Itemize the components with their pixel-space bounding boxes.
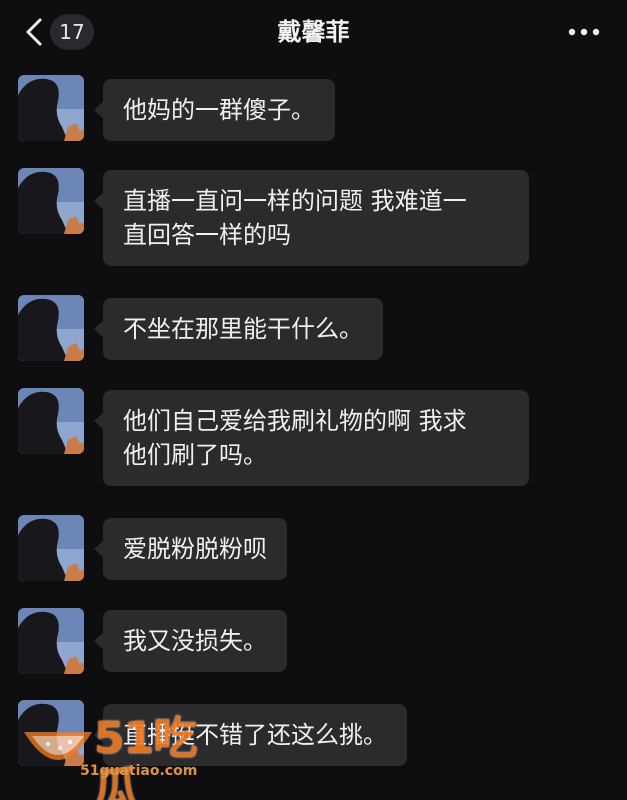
watermark-brand: 51吃瓜 [94,713,197,800]
chat-title: 戴馨菲 [277,18,350,46]
avatar[interactable] [18,295,84,361]
message-bubble[interactable]: 不坐在那里能干什么。 [94,298,383,360]
watermark-logo: 51吃瓜 51guatiao.com [20,706,230,800]
avatar[interactable] [18,608,84,674]
message-bubble[interactable]: 直播一直问一样的问题 我难道一 直回答一样的吗 [94,170,529,266]
message-bubble[interactable]: 他们自己爱给我刷礼物的啊 我求 他们刷了吗。 [94,390,529,486]
avatar[interactable] [18,168,84,234]
more-horizontal-icon[interactable] [567,16,601,48]
message-bubble[interactable]: 我又没损失。 [94,610,287,672]
watermark-url: 51guatiao.com [80,763,198,779]
avatar[interactable] [18,515,84,581]
message-bubble[interactable]: 爱脱粉脱粉呗 [94,518,287,580]
chat-header: 17 戴馨菲 [0,0,627,64]
avatar[interactable] [18,75,84,141]
avatar[interactable] [18,388,84,454]
message-bubble[interactable]: 他妈的一群傻子。 [94,79,335,141]
